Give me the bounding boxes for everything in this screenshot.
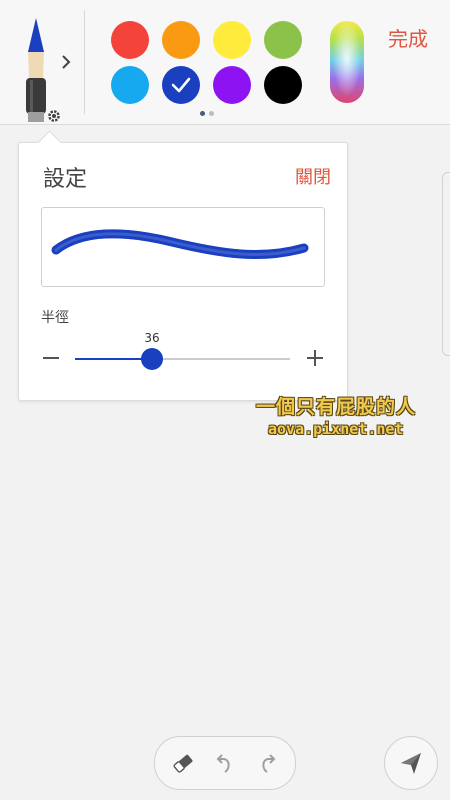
slider-value: 36 [144,331,160,345]
color-swatch-red[interactable] [111,21,149,59]
panel-pointer [37,130,62,155]
undo-icon[interactable] [213,751,237,775]
plus-button[interactable] [303,346,327,370]
side-panel-handle[interactable] [442,172,450,356]
plus-icon [307,350,323,366]
redo-icon[interactable] [255,751,279,775]
panel-title: 設定 [43,167,88,192]
slider-thumb[interactable] [141,348,163,370]
page-dot-active [200,111,205,116]
send-icon [401,753,421,774]
bottom-toolbar [154,736,296,790]
minus-button[interactable] [39,346,63,370]
toolbar-divider [84,10,85,114]
gear-icon[interactable] [46,108,62,124]
toolbar: 完成 [0,0,450,125]
color-swatch-green[interactable] [264,21,302,59]
watermark-line2: aova.pixnet.net [268,420,404,438]
watermark: 一個只有屁股的人 aova.pixnet.net [256,392,440,438]
eraser-icon[interactable] [171,751,195,775]
page-dot [209,111,214,116]
brush-stroke-preview [51,229,309,259]
color-swatch-blue[interactable] [162,66,200,104]
radius-label: 半徑 [41,310,69,326]
color-swatch-purple[interactable] [213,66,251,104]
minus-icon [43,357,59,359]
close-button[interactable]: 關閉 [295,163,331,189]
radius-slider[interactable] [75,348,290,370]
color-swatch-yellow[interactable] [213,21,251,59]
watermark-line1: 一個只有屁股的人 [256,396,417,418]
send-button[interactable] [384,736,438,790]
color-swatch-light-blue[interactable] [111,66,149,104]
done-button[interactable]: 完成 [380,22,436,52]
settings-panel: 設定 關閉 半徑 36 [18,130,348,401]
checkmark-icon [171,77,191,93]
color-swatch-black[interactable] [264,66,302,104]
stroke-preview [41,207,325,287]
spectrum-color-picker[interactable] [330,21,364,103]
color-swatch-orange[interactable] [162,21,200,59]
chevron-right-icon[interactable] [58,50,74,74]
palette-page-indicator [198,111,218,119]
